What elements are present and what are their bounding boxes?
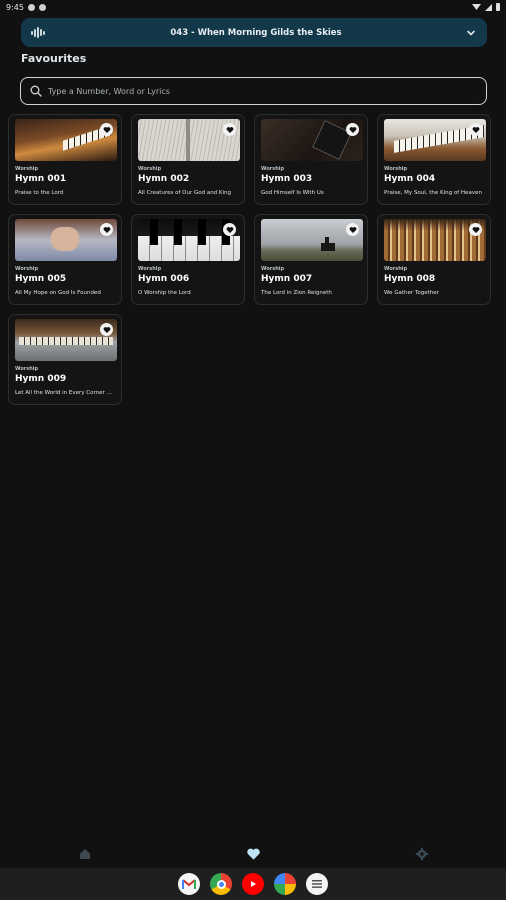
hymn-category: Worship [138,166,162,172]
hymn-subtitle: We Gather Together [384,290,439,296]
chrome-icon[interactable] [210,873,232,895]
heart-icon[interactable] [346,223,359,236]
hymn-category: Worship [261,266,285,272]
hymn-card[interactable]: Worship Hymn 003 God Himself Is With Us [254,114,368,205]
hymn-subtitle: God Himself Is With Us [261,190,324,196]
hymn-name: Hymn 004 [384,174,436,184]
wifi-icon [472,4,481,10]
hymn-card[interactable]: Worship Hymn 005 All My Hope on God Is F… [8,214,122,305]
audio-wave-icon [31,27,47,39]
hymn-name: Hymn 006 [138,274,190,284]
signal-icon [485,3,492,11]
hymn-subtitle: All Creatures of Our God and King [138,190,232,196]
heart-icon[interactable] [100,123,113,136]
hymn-name: Hymn 008 [384,274,436,284]
bottom-nav [0,840,506,868]
search-input[interactable] [48,86,486,96]
notification-icon [38,3,46,11]
notification-icon [27,3,35,11]
home-icon [80,849,90,859]
hymn-category: Worship [15,266,39,272]
hymn-category: Worship [138,266,162,272]
heart-icon[interactable] [223,123,236,136]
heart-icon[interactable] [100,223,113,236]
hymn-subtitle: O Worship the Lord [138,290,191,296]
heart-icon[interactable] [469,223,482,236]
status-bar: 9:45 [0,0,506,14]
chevron-down-icon[interactable] [465,27,477,39]
hymn-category: Worship [15,166,39,172]
search-icon [30,85,42,97]
hymn-category: Worship [261,166,285,172]
status-left: 9:45 [6,3,46,12]
hymn-category: Worship [384,166,408,172]
hymn-card[interactable]: Worship Hymn 007 The Lord in Zion Reigne… [254,214,368,305]
gmail-icon[interactable] [178,873,200,895]
nav-home[interactable] [75,844,95,864]
hymn-card[interactable]: Worship Hymn 009 Let All the World in Ev… [8,314,122,405]
hymn-card[interactable]: Worship Hymn 004 Praise, My Soul, the Ki… [377,114,491,205]
gear-icon [415,847,429,861]
photos-icon[interactable] [274,873,296,895]
hymn-card[interactable]: Worship Hymn 008 We Gather Together [377,214,491,305]
nav-favourites[interactable] [243,844,263,864]
heart-icon[interactable] [346,123,359,136]
hymn-subtitle: Praise to the Lord [15,190,64,196]
search-bar[interactable] [20,77,487,105]
hymn-card[interactable]: Worship Hymn 006 O Worship the Lord [131,214,245,305]
system-dock [0,868,506,900]
heart-icon[interactable] [100,323,113,336]
hymn-subtitle: Let All the World in Every Corner Sing [15,390,115,396]
heart-icon[interactable] [223,223,236,236]
hymn-category: Worship [384,266,408,272]
now-playing-bar[interactable]: 043 - When Morning Gilds the Skies [21,18,487,47]
hymn-name: Hymn 001 [15,174,67,184]
hymn-card[interactable]: Worship Hymn 001 Praise to the Lord [8,114,122,205]
hymn-subtitle: Praise, My Soul, the King of Heaven [384,190,482,196]
page-title: Favourites [21,52,87,65]
hymn-name: Hymn 003 [261,174,313,184]
app-drawer-icon[interactable] [306,873,328,895]
hymn-card[interactable]: Worship Hymn 002 All Creatures of Our Go… [131,114,245,205]
hymn-name: Hymn 009 [15,374,67,384]
hymn-subtitle: The Lord in Zion Reigneth [261,290,332,296]
hymn-name: Hymn 005 [15,274,67,284]
heart-icon [246,848,260,860]
now-playing-title: 043 - When Morning Gilds the Skies [170,27,342,38]
nav-settings[interactable] [412,844,432,864]
hymn-subtitle: All My Hope on God Is Founded [15,290,101,296]
youtube-icon[interactable] [242,873,264,895]
hymn-name: Hymn 002 [138,174,190,184]
hymn-name: Hymn 007 [261,274,313,284]
heart-icon[interactable] [469,123,482,136]
battery-icon [496,3,500,11]
status-right [472,3,500,11]
favourites-grid: Worship Hymn 001 Praise to the Lord Wors… [8,114,498,405]
hymn-category: Worship [15,366,39,372]
status-time: 9:45 [6,2,24,12]
